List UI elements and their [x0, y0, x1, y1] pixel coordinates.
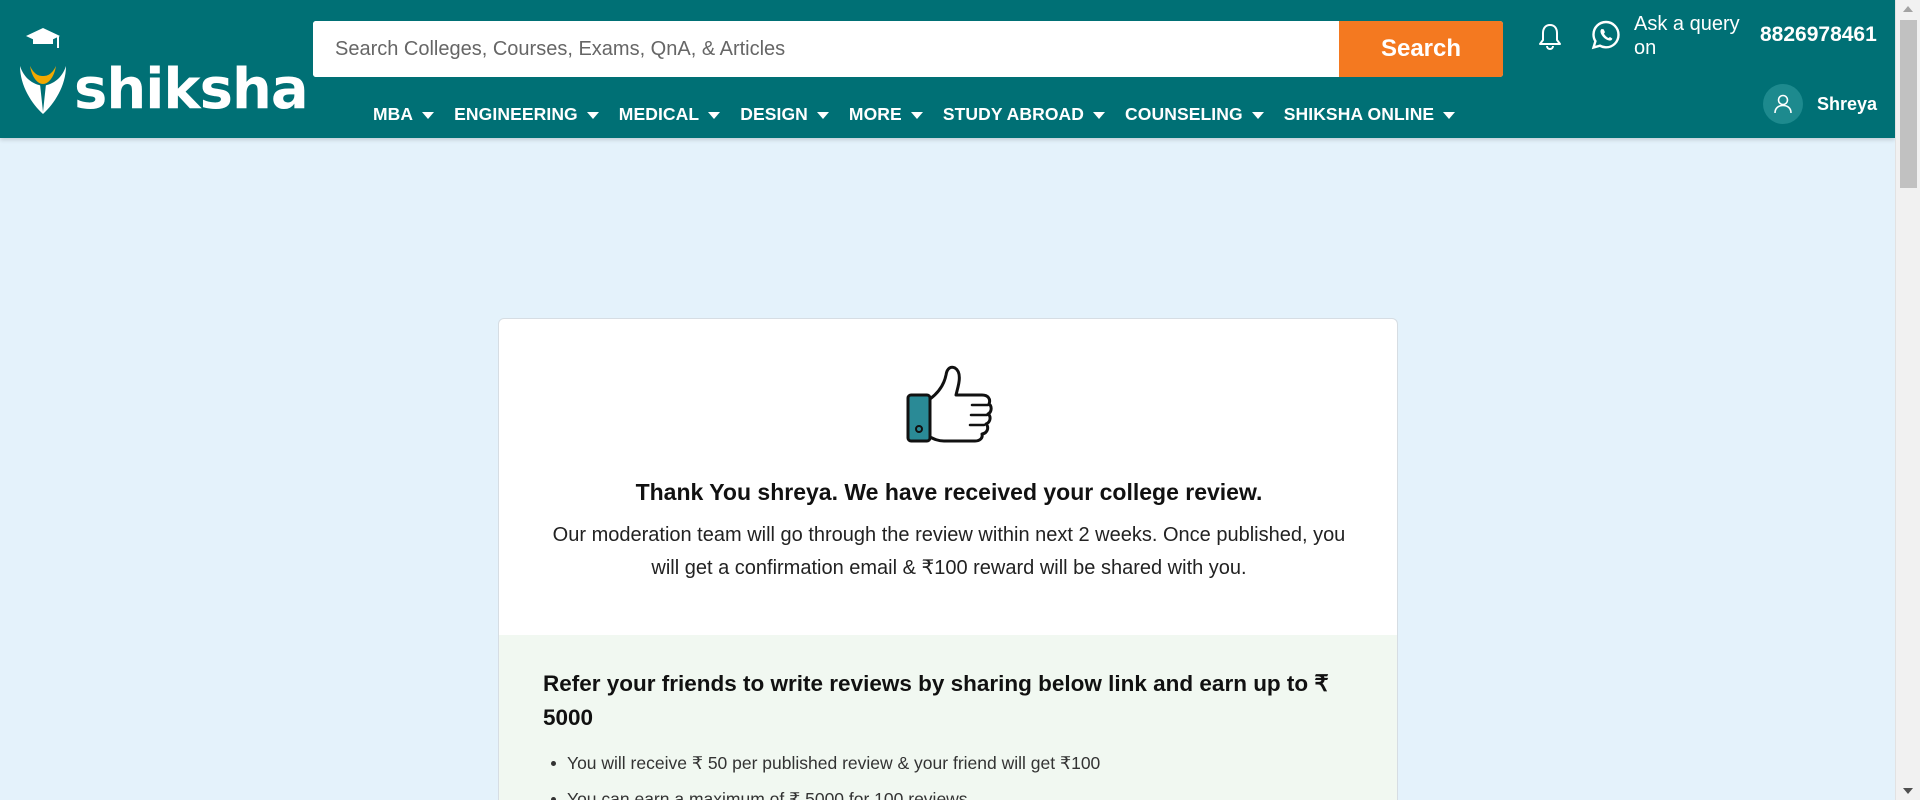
- nav-label: ENGINEERING: [454, 104, 578, 124]
- caret-down-icon: [708, 112, 721, 119]
- nav-label: DESIGN: [740, 104, 808, 124]
- search-input[interactable]: [313, 21, 1339, 77]
- review-confirmation-card: Thank You shreya. We have received your …: [498, 318, 1398, 800]
- caret-down-icon: [1251, 112, 1264, 119]
- nav-label: MBA: [373, 104, 414, 124]
- nav-label: MORE: [848, 104, 902, 124]
- confirmation-message: Our moderation team will go through the …: [552, 524, 1346, 579]
- caret-down-icon: [1443, 112, 1456, 119]
- thumbs-up-icon: [906, 365, 993, 443]
- caret-down-icon: [816, 112, 829, 119]
- avatar[interactable]: [1763, 84, 1803, 124]
- referral-points: You will receive ₹ 50 per published revi…: [543, 745, 1355, 800]
- caret-down-icon: [422, 112, 435, 119]
- whatsapp-icon[interactable]: [1591, 20, 1621, 50]
- caret-down-icon: [586, 112, 599, 119]
- nav-label: COUNSELING: [1125, 104, 1243, 124]
- ask-query-label[interactable]: Ask a query on: [1634, 12, 1754, 60]
- scroll-down-arrow-icon[interactable]: [1903, 788, 1913, 794]
- nav-item-study-abroad[interactable]: STUDY ABROAD: [942, 104, 1106, 125]
- nav-item-more[interactable]: MORE: [849, 104, 923, 125]
- user-name[interactable]: Shreya: [1817, 94, 1877, 115]
- nav-item-medical[interactable]: MEDICAL: [618, 104, 721, 125]
- site-header: shiksha Search Ask a query on 8826978461…: [0, 0, 1895, 138]
- nav-label: STUDY ABROAD: [942, 104, 1085, 124]
- nav-label: MEDICAL: [618, 104, 700, 124]
- confirmation-title: Thank You shreya. We have received your …: [635, 479, 1263, 505]
- list-item: You will receive ₹ 50 per published revi…: [543, 745, 1355, 781]
- nav-item-counseling[interactable]: COUNSELING: [1125, 104, 1264, 125]
- nav-item-mba[interactable]: MBA: [373, 104, 435, 125]
- referral-section: Refer your friends to write reviews by s…: [499, 635, 1397, 800]
- nav-label: SHIKSHA ONLINE: [1283, 104, 1435, 124]
- main-nav: MBA ENGINEERING MEDICAL DESIGN MORE STUD…: [373, 104, 1475, 125]
- referral-title: Refer your friends to write reviews by s…: [543, 671, 1329, 730]
- scroll-up-arrow-icon[interactable]: [1903, 6, 1913, 12]
- page-scrollbar[interactable]: [1895, 0, 1920, 800]
- nav-item-shiksha-online[interactable]: SHIKSHA ONLINE: [1283, 104, 1456, 125]
- search-bar: Search: [313, 21, 1503, 77]
- scrollbar-thumb[interactable]: [1900, 20, 1917, 188]
- list-item: You can earn a maximum of ₹ 5000 for 100…: [543, 781, 1355, 800]
- bell-icon[interactable]: [1537, 22, 1563, 50]
- nav-item-engineering[interactable]: ENGINEERING: [454, 104, 599, 125]
- shiksha-logo[interactable]: shiksha: [18, 26, 309, 118]
- search-button[interactable]: Search: [1339, 21, 1503, 77]
- logo-graduate-icon: [20, 28, 66, 114]
- user-icon: [1774, 94, 1792, 114]
- logo-wordmark: shiksha: [74, 57, 309, 122]
- phone-number[interactable]: 8826978461: [1760, 23, 1877, 47]
- caret-down-icon: [1093, 112, 1106, 119]
- nav-item-design[interactable]: DESIGN: [740, 104, 829, 125]
- caret-down-icon: [910, 112, 923, 119]
